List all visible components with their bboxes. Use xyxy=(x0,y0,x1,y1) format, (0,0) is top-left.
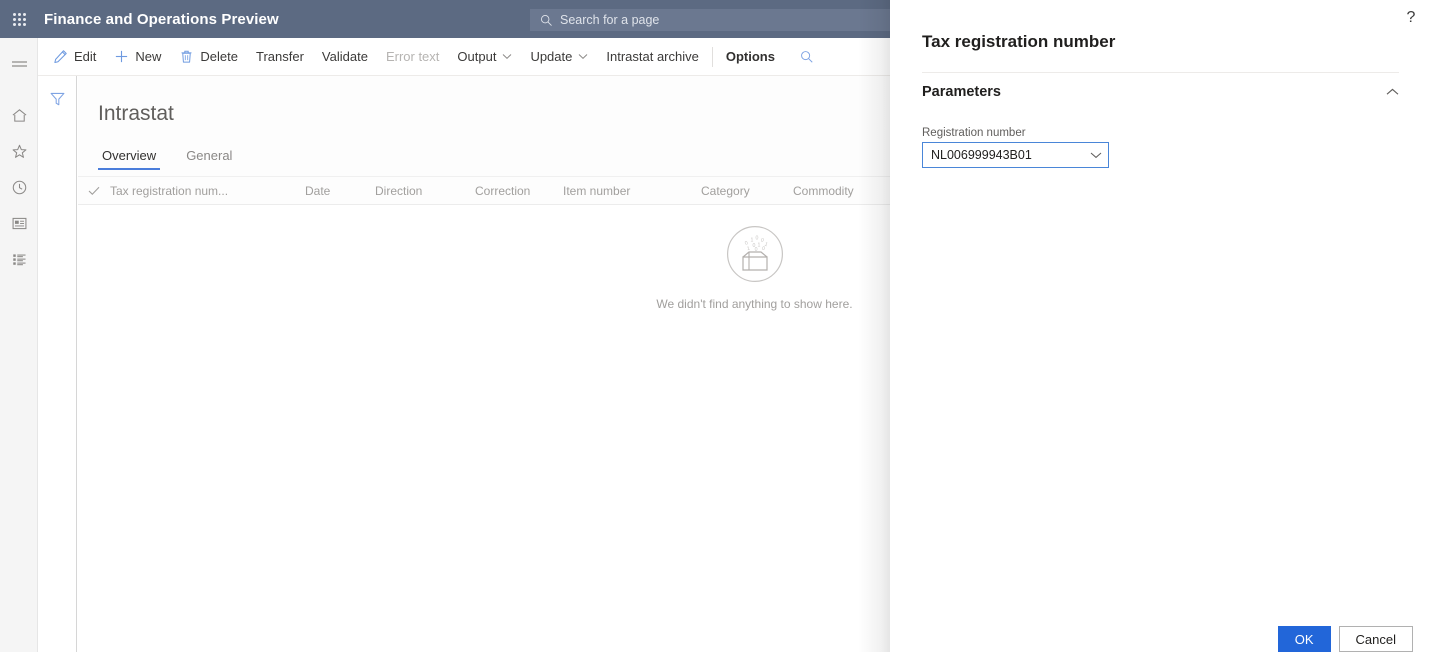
validate-button[interactable]: Validate xyxy=(313,42,377,72)
tab-general-label: General xyxy=(186,148,233,163)
chevron-down-icon xyxy=(502,53,512,60)
column-header-item-number[interactable]: Item number xyxy=(563,184,701,198)
svg-text:0: 0 xyxy=(760,246,765,253)
dialog-footer: OK Cancel xyxy=(890,626,1431,652)
app-root: Finance and Operations Preview Search fo… xyxy=(0,0,1431,652)
chevron-down-icon[interactable] xyxy=(1090,151,1102,159)
options-button-label: Options xyxy=(725,49,775,64)
filter-pane xyxy=(38,76,77,652)
output-menu-button[interactable]: Output xyxy=(448,42,521,72)
column-header-direction[interactable]: Direction xyxy=(375,184,475,198)
error-text-button-label: Error text xyxy=(385,49,440,64)
left-navigation-rail xyxy=(0,38,38,652)
parameters-section-title: Parameters xyxy=(922,84,1001,100)
chevron-down-icon xyxy=(578,53,588,60)
svg-text:1: 1 xyxy=(757,242,760,248)
registration-number-value: NL006999943B01 xyxy=(931,148,1032,162)
options-button[interactable]: Options xyxy=(717,42,784,72)
column-header-category[interactable]: Category xyxy=(701,184,793,198)
ok-button[interactable]: OK xyxy=(1277,626,1331,652)
global-search-placeholder: Search for a page xyxy=(560,13,660,27)
registration-number-field: Registration number NL006999943B01 xyxy=(922,127,1431,168)
parameters-section-header[interactable]: Parameters xyxy=(922,73,1399,111)
intrastat-archive-button[interactable]: Intrastat archive xyxy=(597,42,708,72)
tax-registration-number-dialog: ? Tax registration number Parameters Reg… xyxy=(890,0,1431,652)
star-icon[interactable] xyxy=(0,133,38,169)
validate-button-label: Validate xyxy=(321,49,368,64)
svg-text:1: 1 xyxy=(746,246,750,253)
search-icon xyxy=(540,14,553,27)
question-mark-icon[interactable]: ? xyxy=(1399,6,1423,30)
empty-state-text: We didn't find anything to show here. xyxy=(656,297,853,311)
home-icon[interactable] xyxy=(0,97,38,133)
dialog-title: Tax registration number xyxy=(922,32,1116,51)
registration-number-combobox[interactable]: NL006999943B01 xyxy=(922,142,1109,168)
update-menu-label: Update xyxy=(530,49,573,64)
pencil-icon xyxy=(53,49,68,64)
svg-text:0: 0 xyxy=(754,247,757,253)
trash-icon xyxy=(179,49,194,64)
tab-overview[interactable]: Overview xyxy=(98,148,161,170)
app-title: Finance and Operations Preview xyxy=(44,10,279,28)
chevron-up-icon[interactable] xyxy=(1386,83,1399,101)
transfer-button[interactable]: Transfer xyxy=(247,42,313,72)
plus-icon xyxy=(114,49,129,64)
app-launcher-grid xyxy=(12,12,26,26)
panel-shadow xyxy=(858,0,890,652)
filter-icon[interactable] xyxy=(38,82,77,116)
select-all-checkmark-icon[interactable] xyxy=(78,186,110,196)
action-bar-separator xyxy=(711,46,713,67)
tab-overview-label: Overview xyxy=(102,148,157,163)
intrastat-archive-label: Intrastat archive xyxy=(606,49,699,64)
column-header-tax-registration-number[interactable]: Tax registration num... xyxy=(110,184,305,198)
delete-button[interactable]: Delete xyxy=(170,42,247,72)
registration-number-label: Registration number xyxy=(922,127,1026,139)
edit-button[interactable]: Edit xyxy=(44,42,105,72)
transfer-button-label: Transfer xyxy=(256,49,304,64)
svg-text:0: 0 xyxy=(759,237,764,244)
list-icon[interactable] xyxy=(0,241,38,277)
error-text-button: Error text xyxy=(377,42,448,72)
cancel-button[interactable]: Cancel xyxy=(1338,626,1413,652)
app-launcher-icon[interactable] xyxy=(0,0,38,38)
column-header-correction[interactable]: Correction xyxy=(475,184,563,198)
search-icon[interactable] xyxy=(792,42,822,72)
column-header-date[interactable]: Date xyxy=(305,184,375,198)
new-button[interactable]: New xyxy=(105,42,170,72)
update-menu-button[interactable]: Update xyxy=(521,42,597,72)
workspace-icon[interactable] xyxy=(0,205,38,241)
hamburger-icon[interactable] xyxy=(0,47,38,83)
help-icon-glyph: ? xyxy=(1406,9,1416,26)
svg-text:0: 0 xyxy=(755,236,758,242)
delete-button-label: Delete xyxy=(200,49,238,64)
new-button-label: New xyxy=(135,49,162,64)
edit-button-label: Edit xyxy=(74,49,97,64)
tab-general[interactable]: General xyxy=(182,148,236,170)
clock-icon[interactable] xyxy=(0,169,38,205)
empty-box-icon: 0 1 0 0 1 1 0 1 0 0 xyxy=(726,225,784,288)
output-menu-label: Output xyxy=(457,49,497,64)
